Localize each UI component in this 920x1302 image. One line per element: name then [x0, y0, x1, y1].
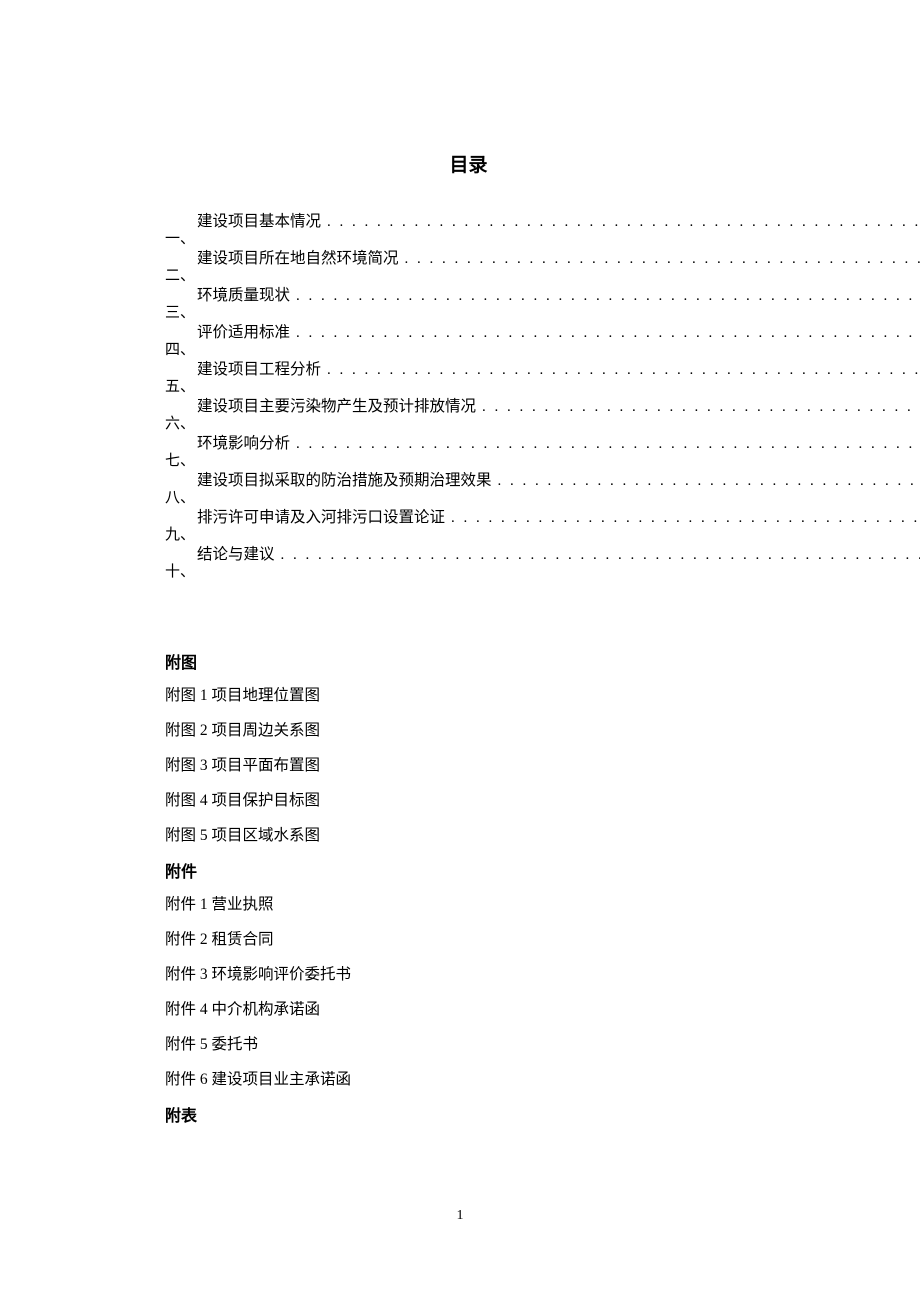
toc-marker: 十、 [165, 560, 197, 581]
toc-row: 八、 建设项目拟采取的防治措施及预期治理效果 . . . . . . . . .… [165, 468, 772, 505]
document-page: 目录 一、 建设项目基本情况 . . . . . . . . . . . . .… [0, 0, 920, 1126]
toc-item-title: 排污许可申请及入河排污口设置论证 [197, 505, 449, 527]
figure-item: 附图 4 项目保护目标图 [165, 788, 772, 810]
toc-leader: . . . . . . . . . . . . . . . . . . . . … [325, 214, 920, 231]
toc-row: 二、 建设项目所在地自然环境简况 . . . . . . . . . . . .… [165, 246, 772, 283]
toc-marker: 七、 [165, 449, 197, 470]
toc-leader: . . . . . . . . . . . . . . . . . . . . … [480, 399, 920, 416]
page-number: 1 [0, 1208, 920, 1224]
attachments-heading: 附件 [165, 858, 772, 882]
toc-item-title: 建设项目工程分析 [197, 357, 325, 379]
toc-entry: 结论与建议 . . . . . . . . . . . . . . . . . … [197, 542, 920, 579]
toc-entry: 环境质量现状 . . . . . . . . . . . . . . . . .… [197, 283, 920, 320]
toc-row: 六、 建设项目主要污染物产生及预计排放情况 . . . . . . . . . … [165, 394, 772, 431]
toc-marker: 九、 [165, 523, 197, 544]
toc-row: 九、 排污许可申请及入河排污口设置论证 . . . . . . . . . . … [165, 505, 772, 542]
toc-marker: 一、 [165, 227, 197, 248]
toc-entry: 环境影响分析 . . . . . . . . . . . . . . . . .… [197, 431, 920, 468]
toc-leader: . . . . . . . . . . . . . . . . . . . . … [294, 325, 920, 342]
toc-entry: 评价适用标准 . . . . . . . . . . . . . . . . .… [197, 320, 920, 357]
toc-item-title: 建设项目主要污染物产生及预计排放情况 [197, 394, 480, 416]
toc-row: 一、 建设项目基本情况 . . . . . . . . . . . . . . … [165, 209, 772, 246]
toc-leader: . . . . . . . . . . . . . . . . . . . . … [449, 510, 920, 527]
tables-heading: 附表 [165, 1102, 772, 1126]
toc-entry: 建设项目拟采取的防治措施及预期治理效果 . . . . . . . . . . … [197, 468, 920, 505]
toc-leader: . . . . . . . . . . . . . . . . . . . . … [294, 288, 920, 305]
toc-entry: 排污许可申请及入河排污口设置论证 . . . . . . . . . . . .… [197, 505, 920, 542]
toc-marker: 四、 [165, 338, 197, 359]
toc-row: 四、 评价适用标准 . . . . . . . . . . . . . . . … [165, 320, 772, 357]
figure-item: 附图 1 项目地理位置图 [165, 683, 772, 705]
figures-heading: 附图 [165, 649, 772, 673]
toc-entry: 建设项目所在地自然环境简况 . . . . . . . . . . . . . … [197, 246, 920, 283]
toc-leader: . . . . . . . . . . . . . . . . . . . . … [279, 547, 920, 564]
toc-marker: 三、 [165, 301, 197, 322]
toc-item-title: 评价适用标准 [197, 320, 294, 342]
toc-item-title: 建设项目所在地自然环境简况 [197, 246, 403, 268]
toc-entry: 建设项目工程分析 . . . . . . . . . . . . . . . .… [197, 357, 920, 394]
figure-item: 附图 2 项目周边关系图 [165, 718, 772, 740]
toc-item-title: 环境质量现状 [197, 283, 294, 305]
toc-row: 七、 环境影响分析 . . . . . . . . . . . . . . . … [165, 431, 772, 468]
toc-item-title: 环境影响分析 [197, 431, 294, 453]
table-of-contents: 一、 建设项目基本情况 . . . . . . . . . . . . . . … [165, 209, 772, 579]
figure-item: 附图 5 项目区域水系图 [165, 823, 772, 845]
attachment-item: 附件 1 营业执照 [165, 892, 772, 914]
attachment-item: 附件 6 建设项目业主承诺函 [165, 1067, 772, 1089]
toc-leader: . . . . . . . . . . . . . . . . . . . . … [496, 473, 920, 490]
toc-item-title: 结论与建议 [197, 542, 279, 564]
toc-title: 目录 [165, 150, 772, 177]
toc-item-title: 建设项目基本情况 [197, 209, 325, 231]
attachment-item: 附件 3 环境影响评价委托书 [165, 962, 772, 984]
attachment-item: 附件 2 租赁合同 [165, 927, 772, 949]
figure-item: 附图 3 项目平面布置图 [165, 753, 772, 775]
toc-marker: 八、 [165, 486, 197, 507]
toc-row: 五、 建设项目工程分析 . . . . . . . . . . . . . . … [165, 357, 772, 394]
toc-marker: 五、 [165, 375, 197, 396]
toc-marker: 二、 [165, 264, 197, 285]
toc-leader: . . . . . . . . . . . . . . . . . . . . … [403, 251, 920, 268]
attachment-item: 附件 5 委托书 [165, 1032, 772, 1054]
appendix-figures-section: 附图 附图 1 项目地理位置图 附图 2 项目周边关系图 附图 3 项目平面布置… [165, 649, 772, 1126]
toc-entry: 建设项目主要污染物产生及预计排放情况 . . . . . . . . . . .… [197, 394, 920, 431]
toc-marker: 六、 [165, 412, 197, 433]
toc-row: 三、 环境质量现状 . . . . . . . . . . . . . . . … [165, 283, 772, 320]
toc-entry: 建设项目基本情况 . . . . . . . . . . . . . . . .… [197, 209, 920, 246]
toc-leader: . . . . . . . . . . . . . . . . . . . . … [294, 436, 920, 453]
toc-leader: . . . . . . . . . . . . . . . . . . . . … [325, 362, 920, 379]
toc-row: 十、 结论与建议 . . . . . . . . . . . . . . . .… [165, 542, 772, 579]
toc-item-title: 建设项目拟采取的防治措施及预期治理效果 [197, 468, 496, 490]
attachment-item: 附件 4 中介机构承诺函 [165, 997, 772, 1019]
